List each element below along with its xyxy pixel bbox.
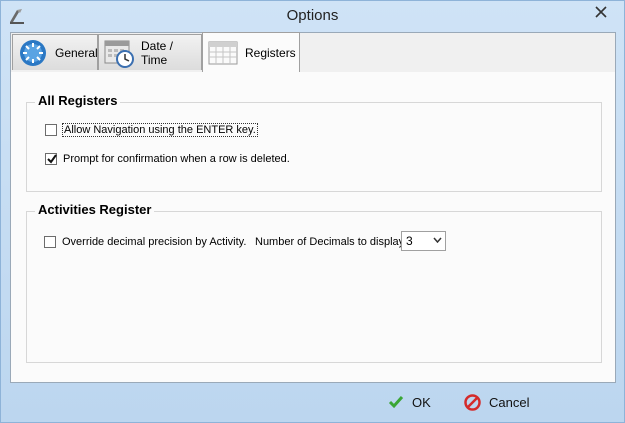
allow-navigation-option[interactable]: Allow Navigation using the ENTER key. [45,121,258,139]
cancel-icon [464,393,481,411]
registers-pane: All Registers Allow Navigation using the… [11,72,615,382]
all-registers-title: All Registers [35,93,121,108]
allow-navigation-label[interactable]: Allow Navigation using the ENTER key. [62,123,258,137]
chevron-down-icon [433,237,442,243]
tab-date-time[interactable]: Date / Time [98,34,202,70]
decimals-select[interactable]: 3 [401,231,446,251]
window-title: Options [286,7,339,24]
ok-label: OK [412,394,431,410]
register-grid-icon [208,41,238,64]
prompt-confirmation-label[interactable]: Prompt for confirmation when a row is de… [63,153,290,165]
tab-registers[interactable]: Registers [202,32,300,72]
activities-register-title: Activities Register [35,202,155,217]
cancel-label: Cancel [489,394,530,410]
check-icon [388,396,404,409]
tab-registers-label: Registers [245,45,296,60]
allow-navigation-checkbox[interactable] [45,124,57,136]
close-button[interactable] [584,2,618,22]
prompt-confirmation-checkbox[interactable] [45,153,57,165]
override-precision-label[interactable]: Override decimal precision by Activity. [62,236,246,248]
tab-strip: General Date / Time Registers [10,32,616,72]
tab-general-label: General [55,45,98,60]
decimals-value: 3 [406,234,413,248]
tab-general[interactable]: General [12,34,98,70]
prompt-confirmation-option[interactable]: Prompt for confirmation when a row is de… [45,150,290,168]
dialog-footer: OK Cancel [1,383,624,423]
options-window: Options General Date / Time Registers Al… [0,0,625,423]
decimals-label: Number of Decimals to display [255,236,405,248]
tab-date-time-label: Date / Time [141,38,174,67]
general-icon [20,39,46,66]
close-icon [595,6,607,18]
all-registers-group: All Registers Allow Navigation using the… [26,93,602,192]
override-precision-option[interactable]: Override decimal precision by Activity. [44,233,246,251]
ok-button[interactable]: OK [384,389,435,415]
checkmark-icon [47,154,57,164]
calendar-clock-icon [104,40,134,68]
override-precision-checkbox[interactable] [44,236,56,248]
title-bar[interactable]: Options [1,1,624,31]
cancel-button[interactable]: Cancel [460,389,533,415]
